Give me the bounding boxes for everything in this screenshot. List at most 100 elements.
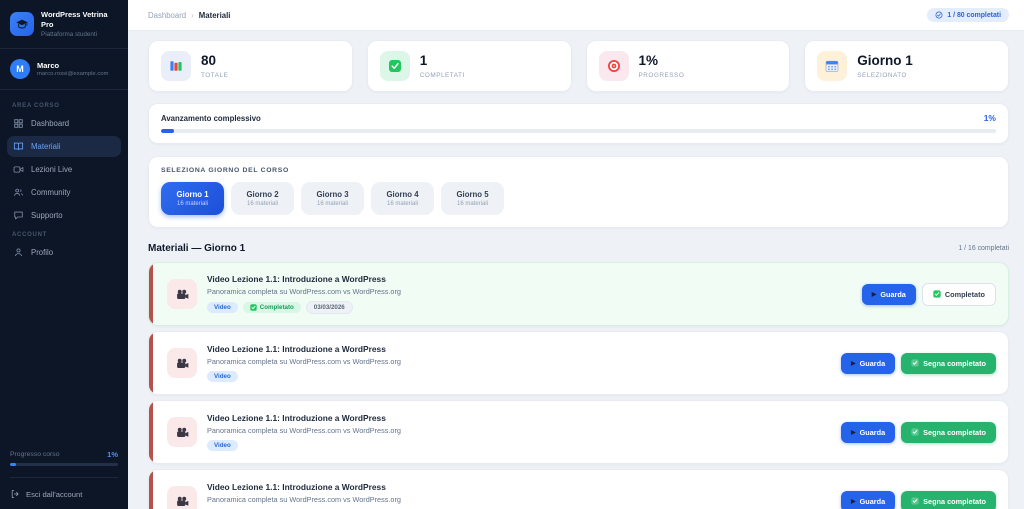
nav-section-label: ACCOUNT [12, 231, 48, 238]
sidebar-item-label: Lezioni Live [31, 164, 73, 174]
play-icon: ▶ [850, 498, 856, 505]
movie-camera-icon [167, 348, 197, 378]
course-progress-value: 1% [107, 450, 118, 459]
materials-heading-row: Materiali — Giorno 1 1 / 16 completati [148, 243, 1009, 254]
day-label: Giorno 3 [316, 190, 349, 199]
watch-button[interactable]: ▶ Guarda [840, 421, 896, 443]
sidebar-item-lezioni-live[interactable]: Lezioni Live [7, 159, 121, 180]
day-selector-card: SELEZIONA GIORNO DEL CORSO Giorno 1 16 m… [148, 156, 1009, 228]
check-circle-icon [935, 11, 943, 19]
brand: WordPress Vetrina Pro Piattaforma studen… [0, 0, 128, 49]
stat-value: 80 [201, 53, 217, 69]
movie-camera-icon [167, 417, 197, 447]
material-badges: Video [207, 371, 841, 382]
material-title: Video Lezione 1.1: Introduzione a WordPr… [207, 274, 386, 284]
sidebar-item-label: Materiali [31, 141, 61, 151]
sidebar-item-materiali[interactable]: Materiali [7, 135, 121, 157]
sidebar-item-dashboard[interactable]: Dashboard [7, 113, 121, 134]
check-square-icon [250, 304, 257, 311]
logout-label: Esci dall'account [26, 489, 83, 499]
breadcrumb-separator: › [191, 10, 194, 20]
check-square-icon [911, 359, 919, 367]
material-description: Panoramica completa su WordPress.com vs … [207, 287, 401, 296]
stat-label: COMPLETATI [419, 71, 465, 79]
material-actions: ▶ Guarda Segna completato [840, 352, 996, 374]
user-name: Marco [37, 60, 60, 70]
check-square-icon [911, 428, 919, 436]
stat-label: TOTALE [201, 71, 229, 79]
completed-button[interactable]: Completato [921, 282, 996, 306]
day-sublabel: 16 materiali [386, 201, 418, 207]
video-camera-icon [13, 165, 24, 173]
day-button-giorno-4[interactable]: Giorno 4 16 materiali [371, 182, 434, 215]
stat-label: SELEZIONATO [857, 71, 908, 79]
completion-badge[interactable]: 1 / 80 completati [927, 8, 1009, 22]
breadcrumb: Dashboard › Materiali [148, 11, 230, 20]
grid-icon [14, 118, 23, 128]
user-email: marco.rossi@example.com [37, 70, 109, 77]
sidebar-item-label: Dashboard [31, 118, 70, 128]
day-selector-row: Giorno 1 16 materiali Giorno 2 16 materi… [161, 182, 996, 215]
mark-complete-button[interactable]: Segna completato [901, 421, 996, 443]
sidebar-item-supporto[interactable]: Supporto [7, 205, 121, 226]
books-icon [161, 51, 191, 81]
material-badges: Video [207, 440, 841, 451]
overall-progress-value: 1% [983, 113, 996, 123]
day-button-giorno-2[interactable]: Giorno 2 16 materiali [231, 182, 294, 215]
material-title: Video Lezione 1.1: Introduzione a WordPr… [207, 413, 386, 423]
accent-bar [149, 401, 153, 463]
stat-value: Giorno 1 [857, 53, 913, 69]
material-actions: ▶ Guarda Segna completato [840, 490, 996, 509]
materials-counter: 1 / 16 completati [958, 245, 1009, 252]
completed-badge: Completato [242, 302, 301, 313]
day-selector-title: SELEZIONA GIORNO DEL CORSO [161, 167, 289, 174]
mark-complete-button[interactable]: Segna completato [901, 490, 996, 509]
logout-icon [11, 490, 19, 498]
material-description: Panoramica completa su WordPress.com vs … [207, 426, 401, 435]
video-badge: Video [207, 440, 238, 451]
day-sublabel: 16 materiali [456, 201, 488, 207]
sidebar-item-profilo[interactable]: Profilo [7, 242, 121, 263]
accent-bar [149, 470, 153, 509]
date-badge: 03/03/2026 [305, 301, 353, 314]
day-label: Giorno 2 [246, 190, 279, 199]
sidebar-item-label: Profilo [31, 247, 54, 257]
stat-card-totale: 80 TOTALE [148, 40, 353, 92]
material-card: Video Lezione 1.1: Introduzione a WordPr… [148, 262, 1009, 326]
chat-icon [14, 211, 23, 219]
check-icon [379, 51, 410, 81]
check-square-icon [933, 290, 941, 298]
stat-value: 1 [419, 53, 428, 69]
logout-button[interactable]: Esci dall'account [10, 477, 118, 499]
play-icon: ▶ [850, 429, 856, 436]
completion-badge-label: 1 / 80 completati [947, 11, 1001, 19]
mark-complete-button[interactable]: Segna completato [901, 352, 996, 374]
movie-camera-icon [167, 486, 197, 509]
day-button-giorno-1[interactable]: Giorno 1 16 materiali [161, 182, 224, 215]
day-label: Giorno 1 [176, 190, 209, 199]
course-progress-bar [10, 463, 118, 466]
material-badges: Video Completato 03/03/2026 [207, 301, 862, 314]
materials-heading: Materiali — Giorno 1 [148, 243, 246, 254]
watch-button[interactable]: ▶ Guarda [840, 352, 896, 374]
day-button-giorno-3[interactable]: Giorno 3 16 materiali [301, 182, 364, 215]
breadcrumb-current: Materiali [198, 10, 231, 20]
check-square-icon [911, 497, 919, 505]
accent-bar [149, 263, 153, 325]
play-icon: ▶ [871, 291, 877, 298]
breadcrumb-dashboard[interactable]: Dashboard [148, 11, 186, 20]
calendar-icon [817, 51, 848, 81]
watch-button[interactable]: ▶ Guarda [861, 283, 916, 305]
overall-progress-label: Avanzamento complessivo [161, 113, 261, 123]
sidebar-item-label: Community [31, 187, 71, 197]
people-icon [14, 188, 24, 196]
content: 80 TOTALE 1 COMPLETATI 1% PROGRESSO Gior… [128, 31, 1024, 509]
watch-button[interactable]: ▶ Guarda [840, 490, 896, 509]
app-subtitle: Piattaforma studenti [41, 30, 98, 38]
topbar: Dashboard › Materiali 1 / 80 completati [128, 0, 1024, 31]
play-icon: ▶ [850, 360, 856, 367]
material-description: Panoramica completa su WordPress.com vs … [207, 357, 401, 366]
app-title: WordPress Vetrina Pro [41, 10, 108, 29]
sidebar-item-community[interactable]: Community [7, 182, 121, 203]
day-button-giorno-5[interactable]: Giorno 5 16 materiali [441, 182, 504, 215]
